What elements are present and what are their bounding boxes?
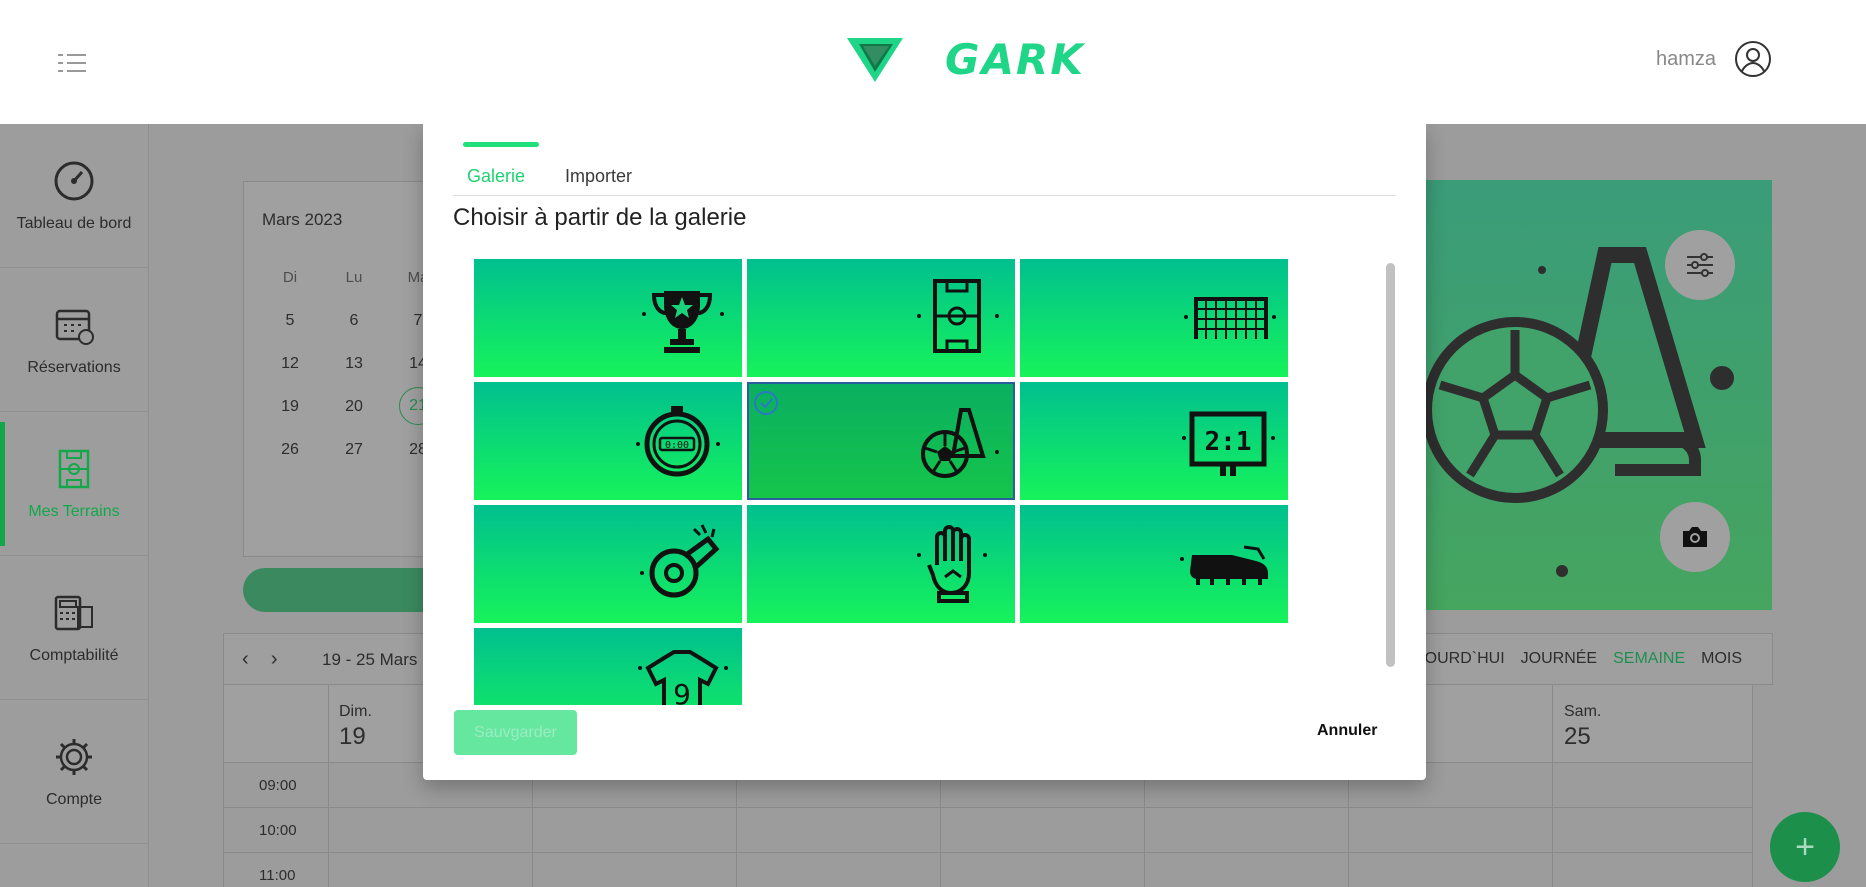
user-name: hamza [1655,47,1716,70]
user-menu[interactable]: hamza [1656,40,1772,78]
sidebar: Tableau de bord Réservations Mes Terrain… [0,124,149,887]
gallery-tile-whistle[interactable] [474,505,742,623]
time-label: 10:00 [259,822,297,839]
sidebar-item-mes-terrains[interactable]: Mes Terrains [0,412,148,556]
gallery-scrollbar[interactable] [1386,263,1395,667]
svg-text:9: 9 [673,678,691,705]
image-picker-dialog: Galerie Importer Choisir à partir de la … [423,124,1426,780]
gear-icon [56,738,92,775]
field-icon [58,449,90,488]
svg-text:2:1: 2:1 [1205,427,1252,457]
sidebar-item-reservations[interactable]: Réservations [0,268,148,412]
calendar-day[interactable]: 19 [258,385,322,428]
goalkeeper-glove-icon [917,525,987,603]
view-month[interactable]: MOIS [1701,650,1742,668]
gallery-tile-jersey[interactable]: 9 [474,628,742,705]
add-fab-button[interactable]: + [1770,812,1840,882]
week-range: 19 - 25 Mars [322,650,418,669]
dialog-tabs: Galerie Importer [453,166,1396,196]
change-photo-button[interactable] [1660,502,1730,572]
whistle-icon [640,524,720,598]
calendar-day[interactable]: 27 [322,428,386,471]
sliders-icon [1687,253,1713,277]
tab-importer[interactable]: Importer [565,166,632,195]
scoreboard-icon: 2:1 [1182,411,1275,476]
view-day[interactable]: JOURNÉE [1521,650,1597,668]
gauge-icon [54,161,94,200]
sidebar-item-dashboard[interactable]: Tableau de bord [0,124,148,268]
plus-icon: + [1795,827,1815,866]
prev-next-arrows[interactable]: ‹ › [242,648,278,671]
cancel-button[interactable]: Annuler [1317,722,1377,740]
accounting-icon [54,595,93,630]
gallery-tile-glove[interactable] [747,505,1015,623]
calendar-day[interactable]: 26 [258,428,322,471]
trophy-icon [642,291,724,353]
time-row[interactable]: 11:00 [223,853,1753,887]
time-label: 11:00 [259,867,296,884]
logo-mark-icon [847,38,903,82]
user-avatar-icon [1735,41,1771,77]
sidebar-item-label: Réservations [27,358,121,376]
goal-net-icon [1184,297,1276,339]
day-name: Sam. [1564,703,1602,720]
gallery-tile-goal[interactable] [1020,259,1288,377]
gallery-tile-trophy[interactable] [474,259,742,377]
view-week[interactable]: SEMAINE [1613,650,1685,668]
check-circle-icon [754,391,778,415]
sidebar-item-label: Compte [45,790,103,808]
brand-name: GARK [945,34,1085,84]
calendar-icon [55,309,94,345]
svg-text:0:00: 0:00 [665,440,689,451]
menu-toggle-button[interactable] [56,52,88,74]
gallery-tile-boot[interactable] [1020,505,1288,623]
mini-calendar-grid: Di Lu Ma 5 6 7 12 13 14 19 20 21 26 27 2… [258,256,450,471]
football-boot-icon [1180,545,1268,585]
day-header-sun: Dim. 19 [339,703,372,751]
calendar-day[interactable]: 5 [258,299,322,342]
gallery-tile-pitch[interactable] [747,259,1015,377]
day-number: 19 [339,723,366,750]
image-gallery: 0:00 2:1 9 [474,259,1289,705]
sidebar-item-label: Mes Terrains [28,502,120,520]
gallery-tile-scoreboard[interactable]: 2:1 [1020,382,1288,500]
mini-calendar-title: Mars 2023 [262,210,343,229]
top-header: GARK hamza [0,0,1866,124]
column-divider [1552,685,1553,887]
sidebar-item-label: Tableau de bord [16,214,132,232]
column-divider [328,685,329,887]
weekday-header: Di [282,269,298,286]
day-header-sat: Sam. 25 [1564,703,1601,751]
dialog-title: Choisir à partir de la galerie [453,204,747,231]
calendar-day[interactable]: 20 [322,385,386,428]
view-switcher: AUJOURD`HUI JOURNÉE SEMAINE MOIS [1394,650,1742,668]
day-name: Dim. [339,703,372,720]
ball-and-cone-icon [921,408,999,478]
menu-icon [58,54,86,72]
calendar-day[interactable]: 13 [322,342,386,385]
sidebar-item-compte[interactable]: Compte [0,700,148,844]
time-row[interactable]: 10:00 [223,808,1753,853]
gallery-tile-stopwatch[interactable]: 0:00 [474,382,742,500]
tab-galerie[interactable]: Galerie [467,166,525,195]
weekday-header: Lu [345,269,363,286]
filter-button[interactable] [1665,230,1735,300]
brand-logo[interactable]: GARK [845,34,1085,84]
camera-icon [1683,527,1707,547]
tab-indicator [463,142,539,147]
football-pitch-icon [917,279,999,353]
calendar-day[interactable]: 6 [322,299,386,342]
jersey-icon: 9 [638,650,728,705]
gallery-tile-ball-cone[interactable] [747,382,1015,500]
sidebar-item-comptabilite[interactable]: Comptabilité [0,556,148,700]
terrain-cover-image [1425,180,1772,610]
sidebar-item-label: Comptabilité [29,646,119,664]
calendar-day[interactable]: 12 [258,342,322,385]
save-button[interactable]: Sauvgarder [454,710,577,755]
time-label: 09:00 [259,777,297,794]
day-number: 25 [1564,723,1591,750]
stopwatch-icon: 0:00 [636,406,720,477]
